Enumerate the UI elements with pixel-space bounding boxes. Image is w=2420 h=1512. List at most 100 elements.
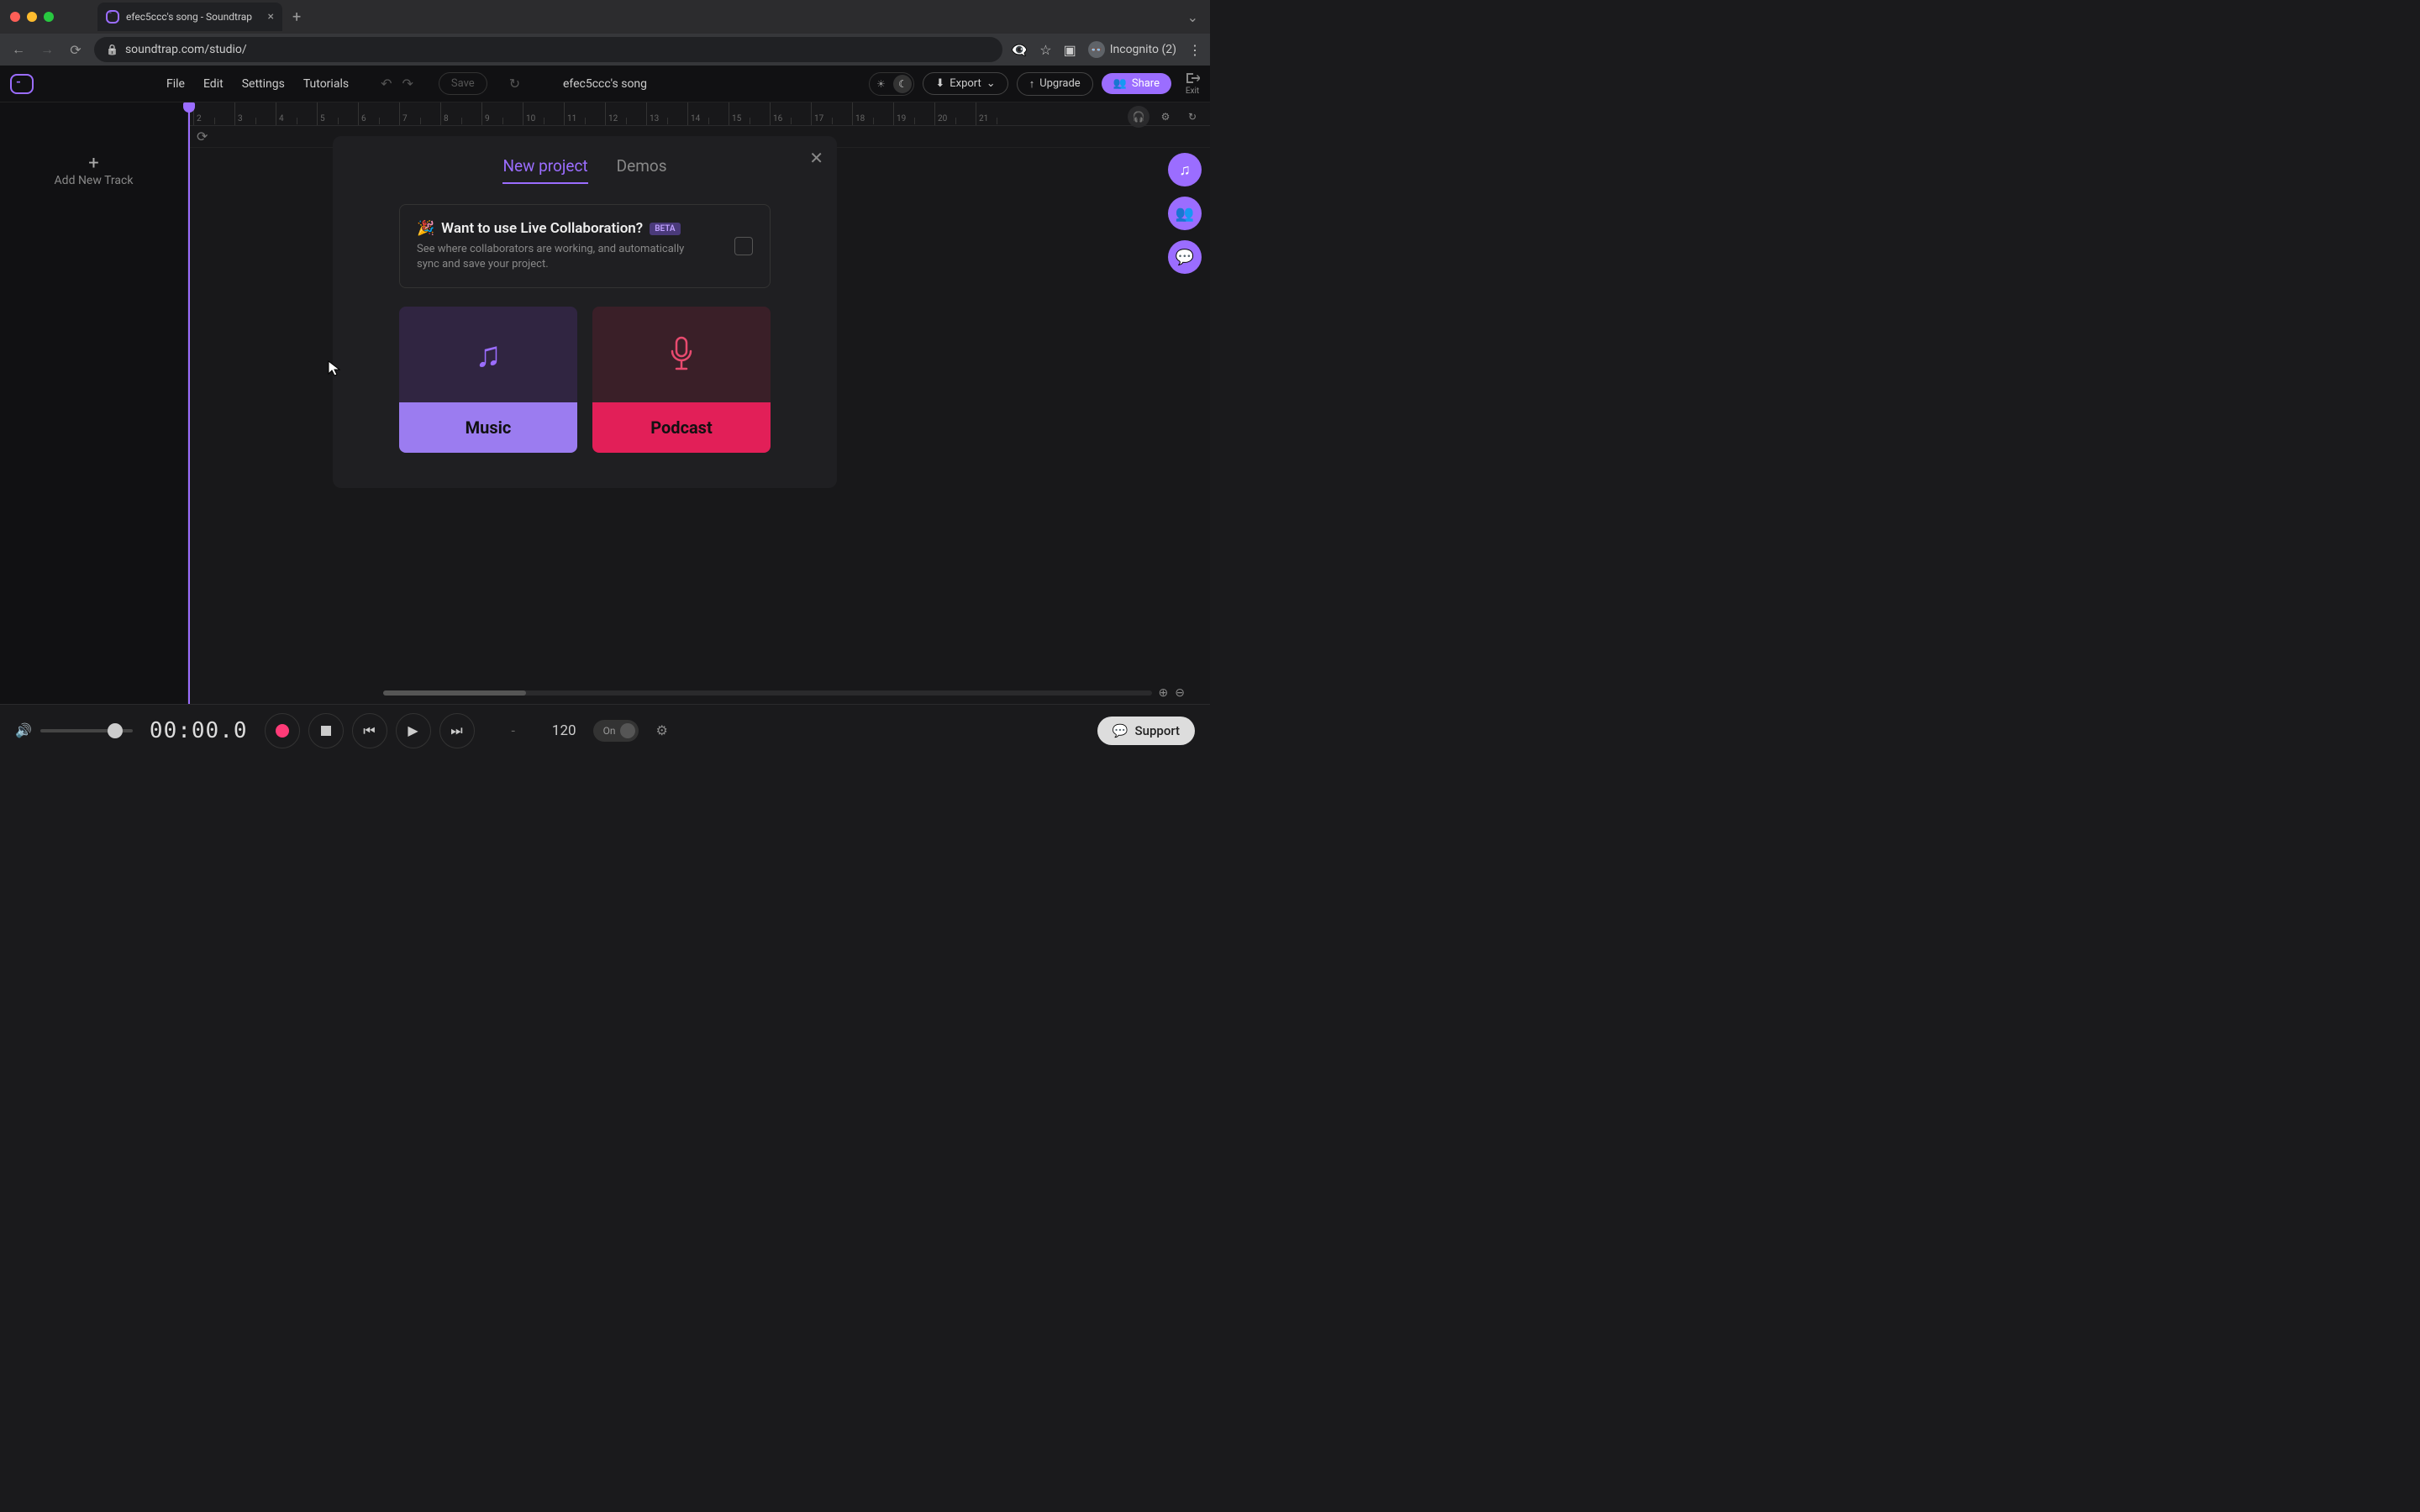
export-button[interactable]: ⬇ Export ⌄ — [923, 72, 1007, 95]
ruler-mark[interactable]: 16 — [770, 102, 811, 125]
add-track-button[interactable]: + Add New Track — [0, 153, 187, 187]
ruler-mark[interactable]: 9 — [481, 102, 523, 125]
metronome-toggle[interactable]: On — [593, 720, 639, 742]
theme-toggle[interactable]: ☀ ☾ — [869, 72, 914, 96]
people-icon: 👥 — [1113, 77, 1127, 90]
record-button[interactable] — [265, 713, 300, 748]
share-label: Share — [1132, 77, 1160, 90]
headphones-icon[interactable]: 🎧 — [1128, 106, 1150, 128]
share-button[interactable]: 👥 Share — [1102, 73, 1171, 94]
zoom-in-icon[interactable]: ⊕ — [1159, 686, 1169, 700]
fast-forward-button[interactable]: ⏭ — [439, 713, 475, 748]
tab-demos[interactable]: Demos — [617, 156, 667, 184]
url-text: soundtrap.com/studio/ — [125, 43, 247, 56]
timecode-display[interactable]: 00:00.0 — [150, 718, 248, 743]
ruler-mark[interactable]: 11 — [564, 102, 605, 125]
playhead[interactable] — [188, 102, 190, 704]
tab-overflow-icon[interactable]: ⌄ — [1187, 9, 1210, 25]
ruler-mark[interactable]: 14 — [687, 102, 729, 125]
project-title[interactable]: efec5ccc's song — [563, 77, 647, 91]
gear-icon[interactable]: ⚙ — [1155, 106, 1176, 128]
rewind-button[interactable]: ⏮ — [352, 713, 387, 748]
live-collab-box: 🎉 Want to use Live Collaboration? BETA S… — [399, 204, 771, 288]
track-panel: + Add New Track — [0, 102, 188, 704]
ruler-mark[interactable]: 21 — [976, 102, 1017, 125]
sync-icon[interactable]: ↻ — [509, 76, 520, 92]
ruler-mark[interactable]: 18 — [852, 102, 893, 125]
support-button[interactable]: 💬 Support — [1097, 717, 1195, 745]
bookmark-icon[interactable]: ☆ — [1039, 42, 1051, 58]
reload-button[interactable]: ⟳ — [66, 42, 86, 58]
tab-new-project[interactable]: New project — [502, 156, 587, 184]
redo-icon[interactable]: ↷ — [402, 76, 413, 92]
stop-button[interactable] — [308, 713, 344, 748]
music-project-card[interactable]: ♫ Music — [399, 307, 577, 453]
forward-button[interactable]: → — [37, 41, 57, 58]
menu-edit[interactable]: Edit — [203, 77, 224, 91]
ruler-mark[interactable]: 12 — [605, 102, 646, 125]
ruler-mark[interactable]: 20 — [934, 102, 976, 125]
browser-menu-icon[interactable]: ⋮ — [1188, 42, 1202, 58]
exit-button[interactable]: Exit — [1185, 71, 1200, 96]
refresh-icon[interactable]: ↻ — [1181, 106, 1203, 128]
ruler-mark[interactable]: 3 — [234, 102, 276, 125]
ruler-mark[interactable]: 19 — [893, 102, 934, 125]
upgrade-button[interactable]: ↑ Upgrade — [1017, 72, 1093, 96]
collaborators-bubble[interactable]: 👥 — [1168, 197, 1202, 230]
close-tab-icon[interactable]: × — [268, 10, 274, 24]
hscroll-track[interactable] — [383, 690, 1152, 696]
add-track-label: Add New Track — [0, 174, 187, 187]
menu-settings[interactable]: Settings — [242, 77, 285, 91]
ruler-mark[interactable]: 17 — [811, 102, 852, 125]
volume-slider[interactable] — [40, 729, 133, 732]
zoom-out-icon[interactable]: ⊖ — [1175, 686, 1185, 700]
close-window-button[interactable] — [10, 12, 20, 22]
menu-tutorials[interactable]: Tutorials — [303, 77, 349, 91]
volume-control: 🔊 — [15, 722, 133, 738]
close-icon[interactable]: ✕ — [809, 148, 823, 168]
exit-label: Exit — [1186, 87, 1199, 96]
ruler-mark[interactable]: 4 — [276, 102, 317, 125]
transport-settings-icon[interactable]: ⚙ — [655, 722, 667, 738]
url-field[interactable]: soundtrap.com/studio/ — [94, 37, 1002, 62]
ruler-mark[interactable]: 13 — [646, 102, 687, 125]
ruler-mark[interactable]: 5 — [317, 102, 358, 125]
volume-thumb[interactable] — [108, 723, 123, 738]
timeline-ruler[interactable]: 23456789101112131415161718192021 — [188, 102, 1210, 126]
panel-icon[interactable]: ▣ — [1064, 42, 1076, 58]
minimize-window-button[interactable] — [27, 12, 37, 22]
maximize-window-button[interactable] — [44, 12, 54, 22]
download-icon: ⬇ — [935, 77, 944, 90]
browser-tab[interactable]: efec5ccc's song - Soundtrap × — [97, 3, 282, 31]
ruler-mark[interactable]: 2 — [193, 102, 234, 125]
bpm-display[interactable]: 120 — [552, 722, 576, 739]
beta-badge: BETA — [650, 223, 680, 235]
collab-checkbox[interactable] — [734, 237, 753, 255]
ruler-mark[interactable]: 6 — [358, 102, 399, 125]
window-controls — [0, 12, 64, 22]
music-note-bubble[interactable]: ♫ — [1168, 153, 1202, 186]
new-tab-button[interactable]: + — [292, 8, 301, 26]
back-button[interactable]: ← — [8, 41, 29, 58]
play-button[interactable]: ▶ — [396, 713, 431, 748]
ruler-mark[interactable]: 15 — [729, 102, 770, 125]
chat-bubble[interactable]: 💬 — [1168, 240, 1202, 274]
menu-file[interactable]: File — [166, 77, 185, 91]
ruler-mark[interactable]: 7 — [399, 102, 440, 125]
incognito-badge[interactable]: 👓 Incognito (2) — [1088, 41, 1176, 58]
loop-icon[interactable]: ⟳ — [197, 129, 208, 144]
soundtrap-logo[interactable] — [10, 74, 34, 94]
ruler-controls: 🎧 ⚙ ↻ — [1121, 102, 1210, 131]
ruler-mark[interactable]: 10 — [523, 102, 564, 125]
key-signature[interactable]: - — [512, 722, 515, 738]
ruler-mark[interactable]: 8 — [440, 102, 481, 125]
hscroll-thumb[interactable] — [383, 690, 526, 696]
eye-off-icon[interactable]: 👁‍🗨 — [1011, 42, 1028, 58]
undo-icon[interactable]: ↶ — [381, 76, 392, 92]
save-button[interactable]: Save — [439, 72, 487, 95]
sun-icon: ☀ — [871, 75, 890, 93]
incognito-label: Incognito (2) — [1110, 43, 1176, 56]
speaker-icon[interactable]: 🔊 — [15, 722, 32, 738]
podcast-project-card[interactable]: Podcast — [592, 307, 771, 453]
app-topbar: File Edit Settings Tutorials ↶ ↷ Save ↻ … — [0, 66, 1210, 102]
